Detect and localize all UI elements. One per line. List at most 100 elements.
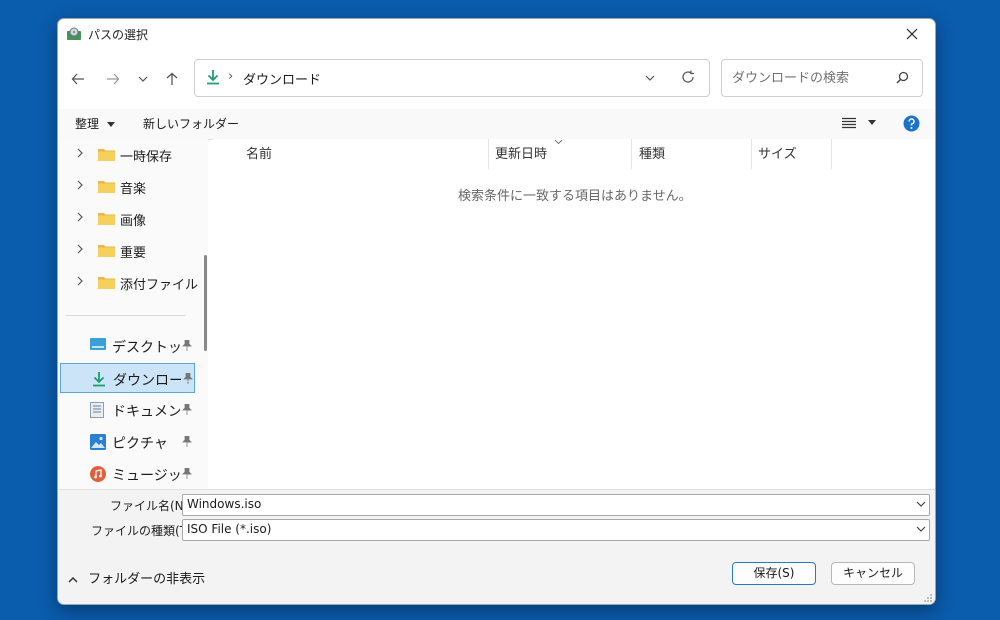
sidebar-item-label: 重要 xyxy=(120,246,147,261)
music-icon xyxy=(90,466,106,482)
download-icon xyxy=(207,70,219,85)
hide-folders-label: フォルダーの非表示 xyxy=(88,572,206,587)
column-divider[interactable] xyxy=(751,139,752,169)
chevron-right-icon[interactable] xyxy=(76,212,84,222)
sidebar-item-label: 一時保存 xyxy=(120,150,173,165)
pin-icon[interactable] xyxy=(182,436,192,447)
column-divider[interactable] xyxy=(488,139,489,169)
up-button[interactable] xyxy=(160,67,184,91)
navigation-pane: 一時保存 音楽 画像 重要 添付ファイル デスクトップ xyxy=(58,139,208,489)
chevron-right-icon[interactable] xyxy=(76,180,84,190)
search-box[interactable] xyxy=(721,59,923,97)
close-button[interactable] xyxy=(889,19,935,49)
recent-locations-button[interactable] xyxy=(131,67,155,91)
empty-results-message: 検索条件に一致する項目はありません。 xyxy=(458,189,692,204)
pin-icon[interactable] xyxy=(182,468,192,479)
chevron-right-icon[interactable] xyxy=(76,148,84,158)
sidebar-item-label: ミュージック xyxy=(112,468,180,484)
caret-down-icon xyxy=(106,121,115,127)
sidebar-item-label: 音楽 xyxy=(120,182,147,197)
chevron-down-icon xyxy=(138,76,148,82)
sidebar-scrollbar[interactable] xyxy=(204,255,207,351)
folder-icon xyxy=(98,245,115,257)
column-header-size[interactable]: サイズ xyxy=(758,143,797,162)
list-view-icon xyxy=(842,117,856,129)
sidebar-divider xyxy=(66,315,186,316)
address-history-chevron-icon[interactable] xyxy=(645,73,655,83)
column-header-name[interactable]: 名前 xyxy=(246,143,272,162)
organize-menu[interactable]: 整理 xyxy=(75,115,115,132)
filetype-label: ファイルの種類(T): xyxy=(91,524,196,538)
arrow-right-icon xyxy=(107,73,120,85)
save-button[interactable]: 保存(S) xyxy=(732,562,816,585)
view-options-button[interactable] xyxy=(842,117,876,132)
sidebar-item-desktop[interactable]: デスクトップ xyxy=(60,331,195,361)
chevron-right-icon[interactable] xyxy=(76,244,84,254)
sidebar-item-label: 添付ファイル xyxy=(120,278,199,293)
filename-field[interactable]: Windows.iso xyxy=(182,494,930,516)
pin-icon[interactable] xyxy=(182,404,192,415)
folder-icon xyxy=(98,149,115,161)
address-bar[interactable]: › ダウンロード xyxy=(194,59,710,97)
sidebar-item-label: ピクチャ xyxy=(112,436,168,452)
organize-label: 整理 xyxy=(75,117,100,131)
sidebar-folder-music[interactable]: 音楽 xyxy=(58,171,198,201)
sidebar-item-label: 画像 xyxy=(120,214,147,229)
desktop-icon xyxy=(90,338,106,350)
pin-icon[interactable] xyxy=(183,373,193,384)
sidebar-item-downloads[interactable]: ダウンロード xyxy=(60,363,195,393)
column-header-modified[interactable]: 更新日時 xyxy=(495,143,547,162)
filename-label: ファイル名(N): xyxy=(110,499,193,513)
help-icon[interactable] xyxy=(903,115,920,132)
column-header-type[interactable]: 種類 xyxy=(639,143,665,162)
chevron-right-icon[interactable] xyxy=(76,276,84,286)
back-button[interactable] xyxy=(66,67,90,91)
hide-folders-toggle[interactable]: フォルダーの非表示 xyxy=(68,568,205,587)
sidebar-item-documents[interactable]: ドキュメント xyxy=(60,395,195,425)
folder-icon xyxy=(98,277,115,289)
sidebar-folder-temp[interactable]: 一時保存 xyxy=(58,139,198,169)
folder-icon xyxy=(98,213,115,225)
breadcrumb-location[interactable]: ダウンロード xyxy=(243,69,321,88)
cancel-button[interactable]: キャンセル xyxy=(831,562,915,585)
save-dialog: パスの選択 › ダウンロード ダウンロードの検索 整理 新しいフォルダー 一時保… xyxy=(57,18,936,605)
sort-chevron-icon xyxy=(554,139,563,145)
sidebar-item-label: ドキュメント xyxy=(112,404,180,420)
sidebar-item-label: デスクトップ xyxy=(112,340,180,356)
chevron-up-icon xyxy=(68,576,78,583)
pin-icon[interactable] xyxy=(182,340,192,351)
sidebar-folder-attachments[interactable]: 添付ファイル xyxy=(58,267,198,297)
sidebar-item-music[interactable]: ミュージック xyxy=(60,459,195,489)
sidebar-folder-important[interactable]: 重要 xyxy=(58,235,198,265)
title-bar: パスの選択 xyxy=(58,19,935,49)
download-icon xyxy=(93,372,105,387)
search-input[interactable] xyxy=(730,67,884,89)
chevron-down-icon[interactable] xyxy=(916,524,926,534)
close-icon xyxy=(906,28,918,40)
arrow-left-icon xyxy=(71,73,84,85)
file-details-area: ファイル名(N): Windows.iso ファイルの種類(T): ISO Fi… xyxy=(58,489,935,604)
refresh-icon[interactable] xyxy=(681,70,695,84)
sidebar-item-pictures[interactable]: ピクチャ xyxy=(60,427,195,457)
navigation-row: › ダウンロード xyxy=(58,59,935,99)
forward-button[interactable] xyxy=(101,67,125,91)
filetype-value: ISO File (*.iso) xyxy=(187,522,272,536)
filename-value: Windows.iso xyxy=(187,497,262,511)
sidebar-item-label: ダウンロード xyxy=(113,373,181,389)
chevron-down-icon[interactable] xyxy=(916,499,926,509)
filetype-select[interactable]: ISO File (*.iso) xyxy=(182,519,930,541)
breadcrumb-separator: › xyxy=(228,69,234,84)
file-list-pane: 名前 更新日時 種類 サイズ 検索条件に一致する項目はありません。 xyxy=(213,139,935,489)
new-folder-button[interactable]: 新しいフォルダー xyxy=(143,115,239,132)
search-icon[interactable] xyxy=(896,71,909,84)
caret-down-icon xyxy=(867,120,876,125)
sidebar-folder-images[interactable]: 画像 xyxy=(58,203,198,233)
column-divider[interactable] xyxy=(831,139,832,169)
arrow-up-icon xyxy=(166,72,178,85)
resize-grip-icon[interactable] xyxy=(923,593,933,603)
disc-burn-app-icon xyxy=(67,27,81,40)
column-divider[interactable] xyxy=(631,139,632,169)
document-icon xyxy=(90,402,104,418)
folder-icon xyxy=(98,181,115,193)
window-title: パスの選択 xyxy=(88,28,149,42)
